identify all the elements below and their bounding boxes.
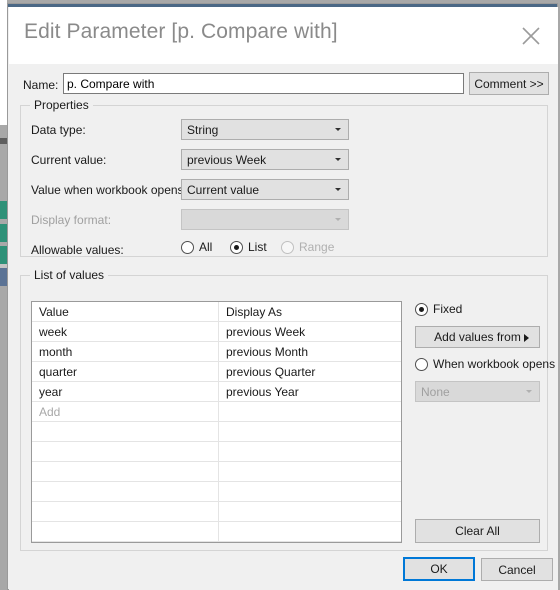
background-strip-6 — [0, 224, 7, 242]
add-values-from-label: Add values from — [434, 330, 521, 344]
data-type-value: String — [187, 123, 219, 137]
radio-icon — [415, 357, 428, 371]
chevron-down-icon — [335, 128, 341, 131]
allowable-values-list-label: List — [248, 240, 267, 254]
current-value-value: previous Week — [187, 153, 267, 167]
when-workbook-opens-value: None — [421, 385, 450, 399]
table-row-empty[interactable] — [32, 542, 401, 543]
display-format-select — [181, 209, 349, 230]
current-value-label: Current value: — [31, 153, 107, 167]
background-strip-4 — [0, 201, 7, 219]
add-row-placeholder: Add — [39, 405, 61, 419]
page-title: Edit Parameter [p. Compare with] — [24, 20, 338, 43]
table-row-empty[interactable] — [32, 522, 401, 542]
radio-icon — [415, 302, 428, 316]
background-strip-10 — [0, 268, 7, 286]
chevron-down-icon — [335, 188, 341, 191]
comment-button[interactable]: Comment >> — [469, 72, 549, 95]
data-type-select[interactable]: String — [181, 119, 349, 140]
background-strip-0 — [0, 0, 7, 125]
cell-display-as: previous Year — [226, 385, 299, 399]
list-of-values-group-title: List of values — [30, 268, 109, 282]
column-header-display-as: Display As — [226, 305, 283, 319]
name-input[interactable] — [63, 73, 464, 94]
table-header-row: Value Display As — [32, 302, 401, 322]
allowable-values-label: Allowable values: — [31, 243, 124, 257]
allowable-values-radio-range: Range — [281, 240, 334, 254]
table-row-empty[interactable] — [32, 502, 401, 522]
radio-icon — [181, 240, 194, 254]
table-row-empty[interactable] — [32, 462, 401, 482]
name-label: Name: — [23, 78, 59, 92]
properties-group-title: Properties — [30, 98, 93, 112]
ok-button[interactable]: OK — [403, 557, 475, 581]
table-row-empty[interactable] — [32, 482, 401, 502]
cell-display-as: previous Week — [226, 325, 306, 339]
radio-icon — [230, 240, 243, 254]
table-row[interactable]: year previous Year — [32, 382, 401, 402]
clear-all-button[interactable]: Clear All — [415, 519, 540, 543]
close-icon[interactable] — [514, 19, 548, 53]
value-when-workbook-opens-value: Current value — [187, 183, 260, 197]
source-radio-when-workbook-opens[interactable]: When workbook opens — [415, 357, 555, 371]
data-type-label: Data type: — [31, 123, 86, 137]
allowable-values-range-label: Range — [299, 240, 335, 254]
allowable-values-radio-all[interactable]: All — [181, 240, 212, 254]
display-format-label: Display format: — [31, 213, 112, 227]
column-header-value: Value — [39, 305, 69, 319]
values-table[interactable]: Value Display As week previous Week mont… — [31, 301, 402, 543]
cell-value: month — [39, 345, 73, 359]
source-radio-fixed[interactable]: Fixed — [415, 302, 462, 316]
edit-parameter-dialog: Edit Parameter [p. Compare with] Name: C… — [7, 3, 558, 590]
source-when-workbook-opens-label: When workbook opens — [433, 357, 556, 371]
allowable-values-all-label: All — [199, 240, 213, 254]
background-strip-8 — [0, 246, 7, 264]
cell-value: quarter — [39, 365, 78, 379]
background-strip-1 — [0, 125, 7, 138]
current-value-select[interactable]: previous Week — [181, 149, 349, 170]
dialog-titlebar: Edit Parameter [p. Compare with] — [9, 7, 558, 64]
table-row-empty[interactable] — [32, 442, 401, 462]
source-fixed-label: Fixed — [433, 302, 463, 316]
background-strip-11 — [0, 286, 7, 590]
chevron-down-icon — [335, 218, 341, 221]
when-workbook-opens-select: None — [415, 381, 540, 402]
table-row[interactable]: month previous Month — [32, 342, 401, 362]
table-row[interactable]: quarter previous Quarter — [32, 362, 401, 382]
radio-icon — [281, 240, 294, 254]
background-strip-3 — [0, 144, 7, 201]
dialog-body: Name: Comment >> Properties Data type: S… — [9, 64, 558, 590]
cell-value: week — [39, 325, 68, 339]
cell-value: year — [39, 385, 63, 399]
table-row-add[interactable]: Add — [32, 402, 401, 422]
add-values-from-button[interactable]: Add values from — [415, 326, 540, 348]
chevron-down-icon — [526, 390, 532, 393]
value-when-workbook-opens-select[interactable]: Current value — [181, 179, 349, 200]
value-when-workbook-opens-label: Value when workbook opens: — [31, 183, 187, 197]
cancel-button[interactable]: Cancel — [481, 558, 553, 581]
chevron-down-icon — [335, 158, 341, 161]
table-row-empty[interactable] — [32, 422, 401, 442]
cell-display-as: previous Month — [226, 345, 309, 359]
allowable-values-radio-list[interactable]: List — [230, 240, 267, 254]
cell-display-as: previous Quarter — [226, 365, 316, 379]
table-row[interactable]: week previous Week — [32, 322, 401, 342]
chevron-right-icon — [524, 334, 529, 342]
